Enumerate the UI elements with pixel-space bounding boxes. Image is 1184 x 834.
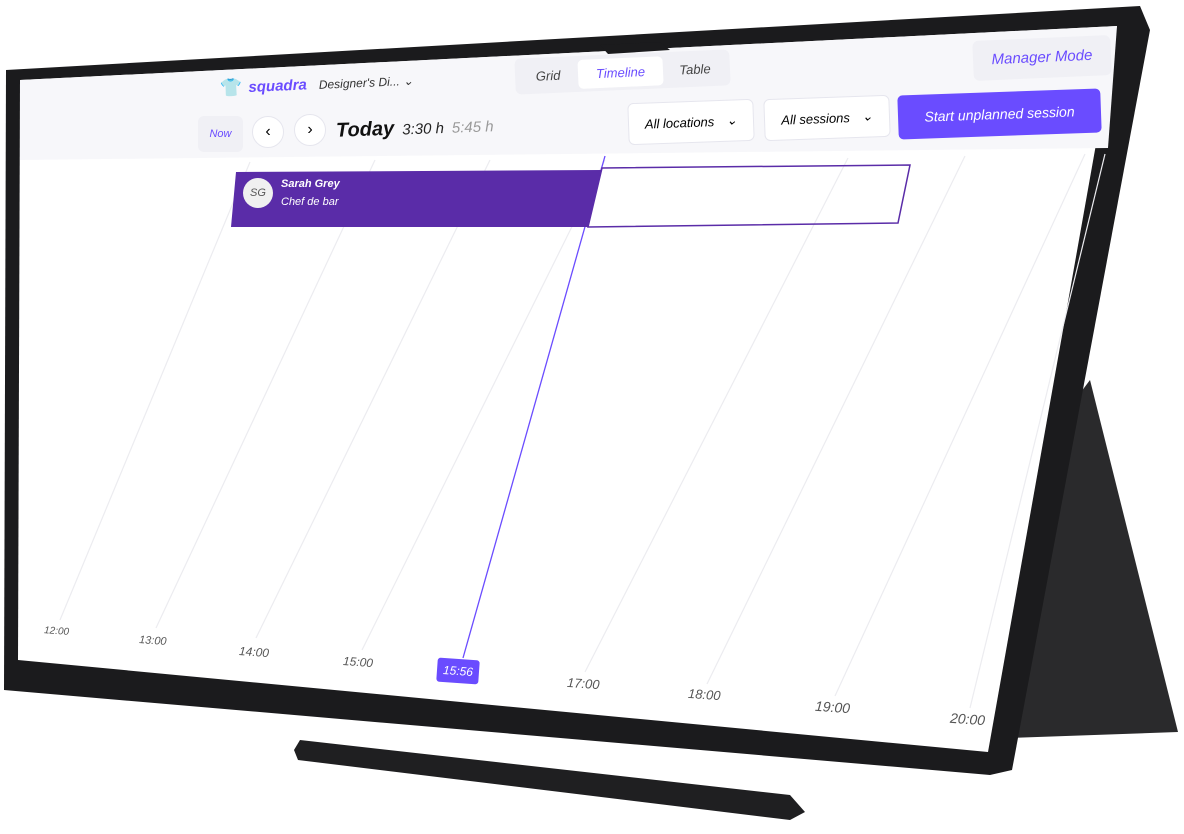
shirt-logo-icon: 👕 [219, 77, 243, 99]
chevron-down-icon: ⌄ [402, 73, 414, 88]
hours-done: 3:30 h [401, 119, 445, 139]
prev-button[interactable]: ‹ [252, 116, 284, 148]
current-time-badge: 15:56 [436, 657, 480, 685]
locations-select[interactable]: All locations ⌄ [627, 98, 755, 146]
time-label: 14:00 [238, 643, 270, 661]
session-employee-name: Sarah Grey [281, 178, 340, 190]
chevron-right-icon: › [307, 121, 313, 138]
now-button[interactable]: Now [198, 116, 243, 152]
page-title: Today [335, 117, 395, 142]
tab-timeline[interactable]: Timeline [577, 55, 664, 89]
time-label: 19:00 [814, 697, 851, 717]
chevron-down-icon: ⌄ [725, 112, 738, 128]
avatar: SG [243, 178, 273, 208]
time-label: 15:00 [342, 653, 374, 671]
chevron-down-icon: ⌄ [861, 108, 873, 124]
time-label: 13:00 [138, 634, 167, 648]
tab-grid[interactable]: Grid [518, 66, 579, 84]
time-label: 18:00 [687, 685, 722, 704]
time-label: 17:00 [566, 674, 601, 693]
tab-table[interactable]: Table [663, 60, 728, 78]
brand-name: squadra [248, 76, 308, 96]
next-button[interactable]: › [294, 114, 326, 146]
time-label: 20:00 [949, 709, 986, 729]
chevron-left-icon: ‹ [265, 123, 271, 140]
hours-planned: 5:45 h [451, 118, 494, 137]
session-block[interactable]: SG Sarah Grey Chef de bar [243, 178, 340, 208]
time-label: 12:00 [43, 625, 70, 638]
manager-mode-button[interactable]: Manager Mode [972, 35, 1112, 81]
workspace-select[interactable]: Designer's Di... ⌄ [318, 73, 413, 91]
session-role: Chef de bar [281, 196, 339, 208]
sessions-select[interactable]: All sessions ⌄ [763, 94, 891, 142]
start-unplanned-session-button[interactable]: Start unplanned session [897, 88, 1102, 140]
